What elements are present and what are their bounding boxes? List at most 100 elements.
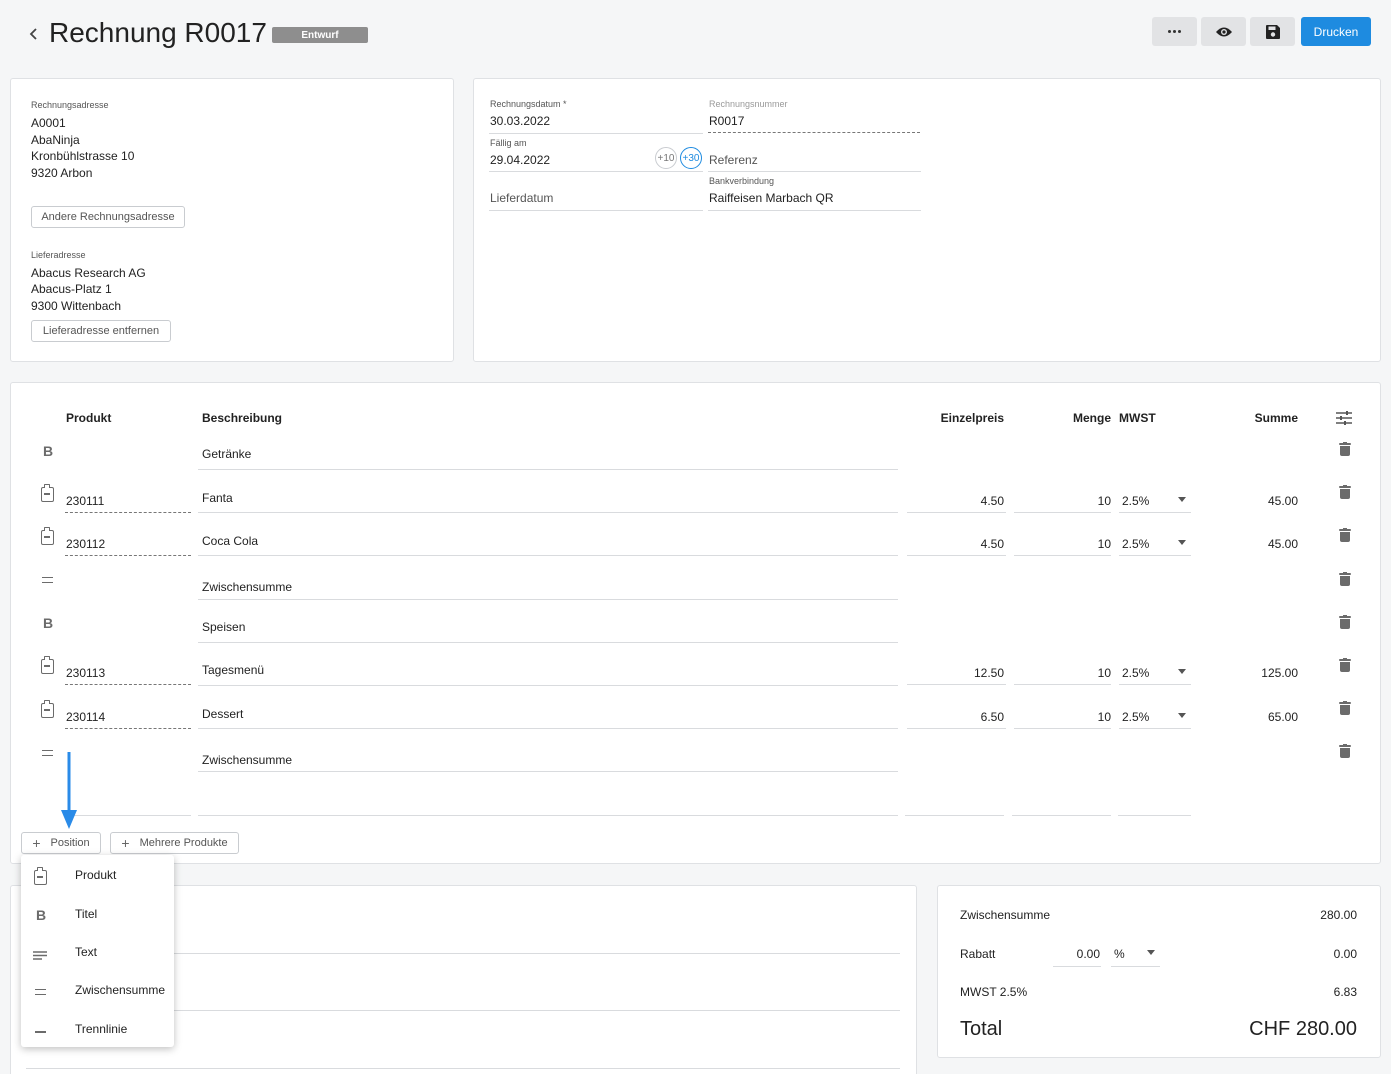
vat-value: 6.83: [1333, 985, 1357, 999]
row-sum: 45.00: [1267, 494, 1298, 508]
delivery-date-field[interactable]: Lieferdatum: [490, 191, 553, 205]
delete-row-icon[interactable]: [1339, 485, 1351, 499]
column-header-sum: Summe: [1254, 411, 1298, 425]
delivery-address-line: Abacus-Platz 1: [31, 282, 112, 296]
invoice-date-label: Rechnungsdatum *: [490, 99, 567, 109]
position-description[interactable]: Fanta: [202, 491, 233, 505]
quantity-field[interactable]: 10: [1011, 666, 1111, 680]
unit-price-field[interactable]: 4.50: [904, 537, 1004, 551]
position-description[interactable]: Zwischensumme: [202, 580, 292, 594]
quantity-field[interactable]: 10: [1011, 710, 1111, 724]
ellipsis-icon: [1168, 30, 1181, 33]
product-number[interactable]: 230114: [66, 710, 105, 724]
menu-item-title[interactable]: B Titel: [21, 893, 174, 931]
empty-row-vat-field[interactable]: [1118, 815, 1191, 816]
column-header-vat: MWST: [1119, 411, 1156, 425]
due-date-field[interactable]: 29.04.2022: [490, 153, 550, 167]
delete-row-icon[interactable]: [1339, 615, 1351, 629]
eye-icon: [1215, 27, 1232, 36]
position-description[interactable]: Speisen: [202, 620, 245, 634]
invoice-number-label: Rechnungsnummer: [709, 99, 788, 109]
delete-row-icon[interactable]: [1339, 658, 1351, 672]
add-multiple-products-button[interactable]: + Mehrere Produkte: [110, 832, 239, 854]
delete-row-icon[interactable]: [1339, 701, 1351, 715]
product-number[interactable]: 230112: [66, 537, 105, 551]
total-label: Total: [960, 1018, 1003, 1040]
clipboard-icon: [41, 700, 54, 718]
page-title: Rechnung R0017: [49, 17, 267, 48]
invoice-date-field[interactable]: 30.03.2022: [490, 114, 702, 128]
position-description[interactable]: Tagesmenü: [202, 663, 264, 677]
discount-unit-select[interactable]: %: [1114, 947, 1125, 961]
chevron-down-icon[interactable]: [1178, 497, 1186, 502]
empty-row-price-field[interactable]: [905, 815, 1004, 816]
menu-item-product[interactable]: Produkt: [21, 855, 174, 893]
preview-button[interactable]: [1201, 17, 1246, 46]
vat-select[interactable]: 2.5%: [1122, 666, 1149, 680]
discount-value: 0.00: [1333, 947, 1357, 961]
clipboard-icon: [41, 527, 54, 545]
notes-field[interactable]: [26, 1068, 900, 1069]
row-sum: 125.00: [1261, 666, 1298, 680]
print-button[interactable]: Drucken: [1301, 17, 1371, 46]
quantity-field[interactable]: 10: [1011, 537, 1111, 551]
reference-field[interactable]: Referenz: [709, 153, 758, 167]
plus-30-days-button[interactable]: +30: [680, 147, 702, 169]
empty-row-product-field[interactable]: [65, 815, 191, 816]
vat-label: MWST 2.5%: [960, 985, 1028, 999]
invoice-number-field: R0017: [709, 114, 745, 128]
clipboard-icon: [34, 867, 47, 885]
vat-select[interactable]: 2.5%: [1122, 710, 1149, 724]
subtotal-label: Zwischensumme: [960, 908, 1051, 922]
empty-row-quantity-field[interactable]: [1012, 815, 1111, 816]
bank-account-field[interactable]: Raiffeisen Marbach QR: [709, 191, 834, 205]
delete-row-icon[interactable]: [1339, 744, 1351, 758]
add-position-menu: Produkt B Titel Text Zwischensumme Trenn…: [21, 855, 174, 1047]
row-sum: 45.00: [1267, 537, 1298, 551]
product-number[interactable]: 230113: [66, 666, 105, 680]
billing-address-line: A0001: [31, 116, 66, 130]
pointer-arrow-icon: [60, 752, 78, 830]
menu-item-divider[interactable]: Trennlinie: [21, 1009, 174, 1047]
delete-row-icon[interactable]: [1339, 442, 1351, 456]
billing-address-line: 9320 Arbon: [31, 166, 93, 180]
equals-icon: [42, 750, 53, 756]
plus-10-days-button[interactable]: +10: [655, 147, 677, 169]
billing-address-line: AbaNinja: [31, 133, 80, 147]
position-description[interactable]: Getränke: [202, 447, 251, 461]
unit-price-field[interactable]: 6.50: [904, 710, 1004, 724]
total-value: CHF 280.00: [1249, 1018, 1357, 1040]
billing-address-line: Kronbühlstrasse 10: [31, 149, 135, 163]
discount-label: Rabatt: [960, 947, 996, 961]
chevron-down-icon[interactable]: [1178, 669, 1186, 674]
menu-item-subtotal[interactable]: Zwischensumme: [21, 970, 174, 1008]
back-chevron-icon[interactable]: [28, 26, 40, 42]
product-number[interactable]: 230111: [66, 494, 104, 508]
other-billing-address-button[interactable]: Andere Rechnungsadresse: [31, 206, 185, 228]
discount-input[interactable]: 0.00: [1054, 947, 1100, 961]
empty-row-description-field[interactable]: [198, 815, 898, 816]
position-description[interactable]: Zwischensumme: [202, 753, 292, 767]
unit-price-field[interactable]: 4.50: [904, 494, 1004, 508]
add-position-button[interactable]: + Position: [21, 832, 101, 854]
quantity-field[interactable]: 10: [1011, 494, 1111, 508]
remove-delivery-address-button[interactable]: Lieferadresse entfernen: [31, 320, 171, 342]
column-header-quantity: Menge: [1072, 411, 1111, 425]
position-description[interactable]: Coca Cola: [202, 534, 258, 548]
plus-icon: +: [121, 835, 130, 851]
chevron-down-icon[interactable]: [1178, 540, 1186, 545]
chevron-down-icon[interactable]: [1147, 950, 1155, 955]
delivery-address-label: Lieferadresse: [31, 250, 86, 260]
delete-row-icon[interactable]: [1339, 572, 1351, 586]
delete-row-icon[interactable]: [1339, 528, 1351, 542]
more-options-button[interactable]: [1152, 17, 1197, 46]
save-button[interactable]: [1250, 17, 1295, 46]
menu-item-text[interactable]: Text: [21, 932, 174, 970]
position-description[interactable]: Dessert: [202, 707, 243, 721]
unit-price-field[interactable]: 12.50: [904, 666, 1004, 680]
vat-select[interactable]: 2.5%: [1122, 494, 1149, 508]
column-settings-icon[interactable]: [1336, 411, 1352, 425]
vat-select[interactable]: 2.5%: [1122, 537, 1149, 551]
chevron-down-icon[interactable]: [1178, 713, 1186, 718]
bold-icon: B: [43, 443, 54, 459]
